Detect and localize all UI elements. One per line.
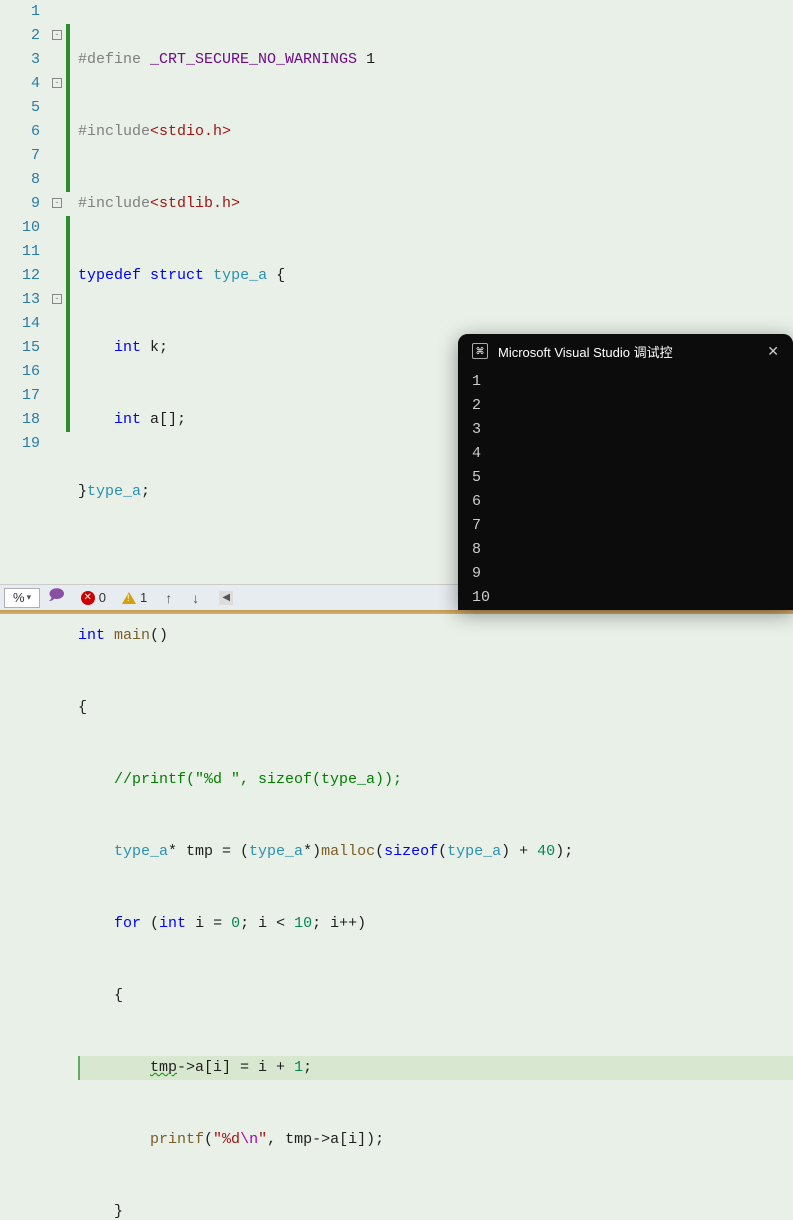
console-icon: ⌘ [472,343,488,359]
console-title: Microsoft Visual Studio 调试控 [498,342,673,361]
feedback-icon[interactable]: 🗩 [40,585,73,610]
zoom-dropdown[interactable]: % [4,588,40,608]
debug-console-window[interactable]: ⌘ Microsoft Visual Studio 调试控 ✕ 1 2 3 4 … [458,334,793,610]
fold-toggle[interactable]: - [52,78,62,88]
fold-toggle[interactable]: - [52,30,62,40]
fold-toggle[interactable]: - [52,294,62,304]
close-icon[interactable]: ✕ [767,343,779,360]
current-line[interactable]: tmp->a[i] = i + 1; [78,1056,793,1080]
fold-toggle[interactable]: - [52,198,62,208]
console-output[interactable]: 1 2 3 4 5 6 7 8 9 10 [458,368,793,610]
console-titlebar[interactable]: ⌘ Microsoft Visual Studio 调试控 ✕ [458,334,793,368]
line-number-gutter: 1 2 3 4 5 6 7 8 9 10 11 12 13 14 15 16 1… [0,0,50,584]
fold-column[interactable]: - - - - [50,0,66,584]
window-border [0,610,793,614]
